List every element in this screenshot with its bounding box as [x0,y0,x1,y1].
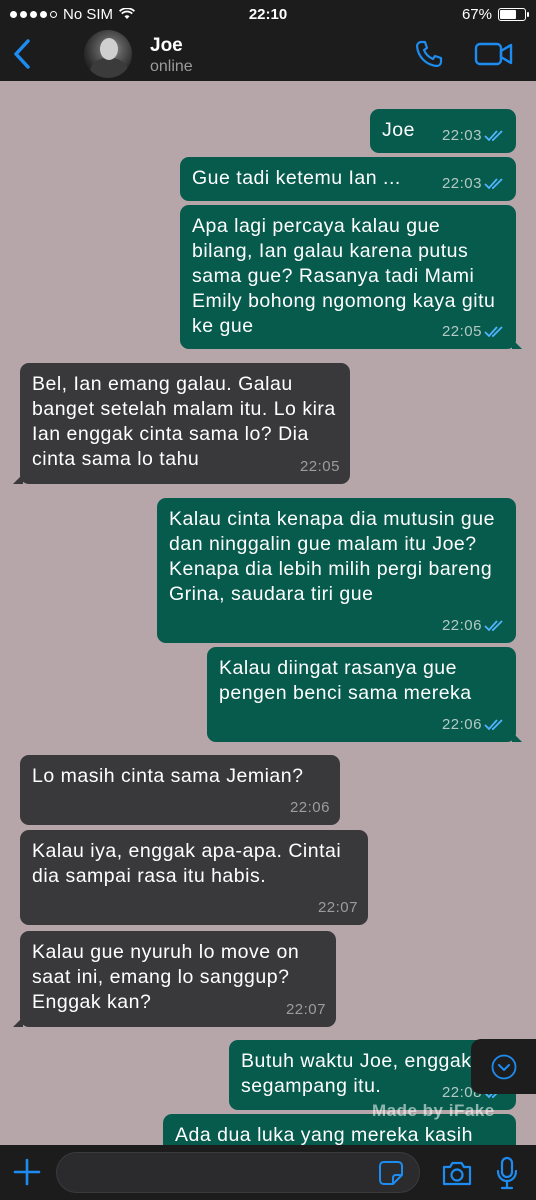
message-time: 22:05 [441,323,482,340]
microphone-icon[interactable] [496,1156,518,1190]
message-outgoing[interactable]: Apa lagi percaya kalau gue bilang, Ian g… [180,205,522,349]
status-time: 22:10 [248,5,288,23]
message-outgoing[interactable]: Kalau cinta kenapa dia mutusin gue dan n… [157,498,516,643]
contact-name[interactable]: Joe [150,35,183,57]
message-outgoing[interactable]: Kalau diingat rasanya gue pengen benci s… [207,647,522,742]
battery-label: 67% [461,5,492,23]
message-text: Kalau gue nyuruh lo move on saat ini, em… [32,941,306,1013]
input-bar [0,1145,536,1200]
message-time: 22:05 [299,458,340,475]
message-incoming[interactable]: Kalau gue nyuruh lo move on saat ini, em… [13,931,336,1027]
chat-header: Joe online [0,28,536,81]
video-camera-icon[interactable] [474,41,514,67]
message-text: Lo masih cinta sama Jemian? [32,765,304,787]
message-meta: 22:05 [442,319,506,344]
message-time: 22:03 [441,175,482,192]
message-time: 22:06 [289,799,330,816]
plus-icon[interactable] [12,1157,42,1187]
message-meta: 22:06 [290,795,330,820]
message-time: 22:06 [441,716,482,733]
status-right: 67% [326,5,529,23]
message-time: 22:07 [317,899,358,916]
contact-status: online [150,58,193,75]
message-text: Kalau diingat rasanya gue pengen benci s… [219,657,472,704]
message-text: Bel, Ian emang galau. Galau banget setel… [32,373,342,470]
message-outgoing[interactable]: Joe 22:03 [370,109,516,153]
wifi-icon [119,8,136,19]
message-meta: 22:05 [300,454,340,479]
message-meta: 22:03 [442,171,506,196]
message-meta: 22:07 [318,895,358,920]
message-time: 22:06 [441,617,482,634]
battery-icon [498,7,529,21]
message-meta: 22:07 [286,997,326,1022]
message-outgoing[interactable]: Gue tadi ketemu Ian ... 22:03 [180,157,516,201]
avatar[interactable] [84,30,132,78]
message-input[interactable] [56,1152,420,1193]
message-meta: 22:06 [442,712,506,737]
message-meta: 22:06 [442,613,506,638]
message-incoming[interactable]: Lo masih cinta sama Jemian? 22:06 [20,755,340,825]
double-check-icon [484,718,503,730]
scroll-down-button[interactable] [471,1039,536,1094]
chat-area[interactable]: Joe 22:03 Gue tadi ketemu Ian ... 22:03 … [0,81,536,1145]
carrier-label: No SIM [63,5,114,23]
camera-icon[interactable] [441,1158,473,1188]
chevron-down-icon [491,1054,516,1079]
phone-icon[interactable] [414,39,444,69]
message-incoming[interactable]: Bel, Ian emang galau. Galau banget setel… [13,363,350,484]
double-check-icon [484,129,503,141]
message-text: Ada dua luka yang mereka kasih [175,1124,473,1145]
message-incoming[interactable]: Kalau iya, enggak apa-apa. Cintai dia sa… [20,830,368,925]
watermark: Made by iFake [372,1101,495,1120]
double-check-icon [484,325,503,337]
message-text: Kalau cinta kenapa dia mutusin gue dan n… [169,508,501,605]
message-meta: 22:03 [442,123,506,148]
message-text: Kalau iya, enggak apa-apa. Cintai dia sa… [32,840,348,887]
message-time: 22:07 [285,1001,326,1018]
status-left: No SIM [10,6,210,23]
double-check-icon [484,177,503,189]
signal-icon [10,10,57,18]
back-chevron-icon[interactable] [8,36,38,72]
status-bar: No SIM 22:10 67% [0,0,536,28]
sticker-icon[interactable] [378,1160,404,1186]
message-time: 22:03 [441,127,482,144]
double-check-icon [484,619,503,631]
